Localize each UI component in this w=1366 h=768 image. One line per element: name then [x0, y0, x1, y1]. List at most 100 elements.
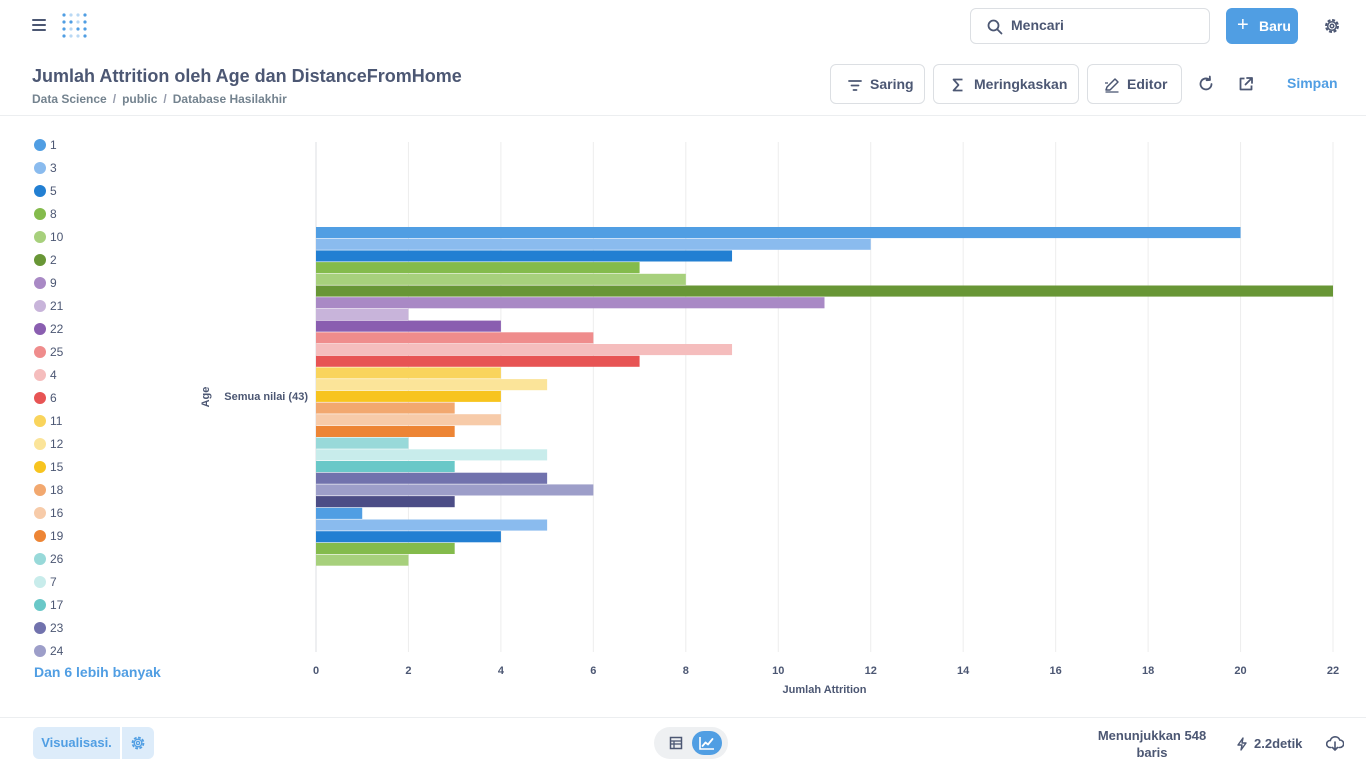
- x-tick-label: 0: [313, 665, 319, 677]
- legend-label: 12: [50, 436, 64, 451]
- legend-label: 21: [50, 298, 64, 313]
- bar: [316, 472, 548, 484]
- legend-more-link[interactable]: Dan 6 lebih banyak: [34, 664, 161, 680]
- legend-item[interactable]: 15: [34, 455, 63, 478]
- legend-item[interactable]: 26: [34, 547, 63, 570]
- legend-label: 9: [50, 275, 57, 290]
- search-icon: [987, 19, 1003, 35]
- legend-item[interactable]: 4: [34, 363, 63, 386]
- legend-swatch: [34, 483, 46, 496]
- legend-item[interactable]: 17: [34, 593, 63, 616]
- top-nav: Mencari + Baru: [0, 0, 1366, 52]
- legend-item[interactable]: 3: [34, 156, 63, 179]
- x-tick-label: 14: [957, 665, 970, 677]
- legend-item[interactable]: 9: [34, 271, 63, 294]
- legend-item[interactable]: 18: [34, 478, 63, 501]
- legend-item[interactable]: 1: [34, 133, 63, 156]
- bar-chart: 0 2 4 6 8 10 12 14 16 18 20 22 Semua nilai (43) Age Ju…: [200, 142, 1339, 696]
- breadcrumb-schema[interactable]: public: [122, 92, 157, 106]
- legend-item[interactable]: 24: [34, 639, 63, 662]
- bar: [316, 402, 455, 414]
- visualization-settings-button[interactable]: [122, 727, 154, 759]
- legend-swatch: [34, 207, 46, 220]
- bar: [316, 355, 640, 367]
- visualization-button[interactable]: Visualisasi.: [33, 727, 120, 759]
- bar: [316, 379, 548, 391]
- logo-icon[interactable]: [61, 11, 89, 41]
- legend-label: 26: [50, 551, 64, 566]
- legend-swatch: [34, 345, 46, 358]
- legend-item[interactable]: 8: [34, 202, 63, 225]
- bar: [316, 320, 501, 332]
- legend-label: 15: [50, 459, 64, 474]
- legend-item[interactable]: 25: [34, 340, 63, 363]
- bar: [316, 308, 409, 320]
- legend-swatch: [34, 161, 46, 174]
- editor-button[interactable]: Editor: [1087, 64, 1182, 104]
- sigma-icon: [952, 78, 963, 92]
- legend-item[interactable]: 6: [34, 386, 63, 409]
- menu-icon[interactable]: [32, 19, 46, 31]
- legend-item[interactable]: 5: [34, 179, 63, 202]
- bar: [316, 332, 594, 344]
- external-link-icon[interactable]: [1237, 75, 1255, 93]
- legend-label: 22: [50, 321, 64, 336]
- bar: [316, 390, 501, 402]
- legend-item[interactable]: 21: [34, 294, 63, 317]
- breadcrumb-collection[interactable]: Data Science: [32, 92, 107, 106]
- legend-swatch: [34, 552, 46, 565]
- legend-item[interactable]: 10: [34, 225, 63, 248]
- breadcrumb-separator: /: [163, 92, 167, 106]
- bar: [316, 519, 548, 531]
- legend-label: 5: [50, 183, 57, 198]
- y-axis-label: Age: [200, 387, 212, 408]
- x-tick-label: 12: [865, 665, 877, 677]
- save-link[interactable]: Simpan: [1287, 75, 1338, 91]
- bar: [316, 344, 733, 356]
- chart-view-button[interactable]: [692, 731, 722, 755]
- chart-legend: 1 3 5 8 10 2 9 21 22 25 4 6 11 12 15 18 16 19 26 7 17 23 24: [34, 133, 63, 662]
- search-placeholder: Mencari: [1011, 17, 1064, 33]
- legend-label: 7: [50, 574, 57, 589]
- search-input[interactable]: Mencari: [970, 8, 1210, 44]
- plus-icon: +: [1237, 14, 1249, 36]
- legend-item[interactable]: 23: [34, 616, 63, 639]
- legend-label: 11: [50, 413, 63, 428]
- x-tick-label: 4: [498, 665, 505, 677]
- line-chart-icon: [699, 737, 714, 750]
- legend-label: 25: [50, 344, 64, 359]
- legend-swatch: [34, 299, 46, 312]
- bar: [316, 484, 594, 496]
- lightning-icon: [1237, 737, 1247, 751]
- filter-button[interactable]: Saring: [830, 64, 925, 104]
- legend-item[interactable]: 19: [34, 524, 63, 547]
- breadcrumb-table[interactable]: Database Hasilakhir: [173, 92, 287, 106]
- table-view-button[interactable]: [662, 731, 690, 755]
- x-tick-label: 20: [1234, 665, 1246, 677]
- breadcrumb: Data Science / public / Database Hasilakhir: [32, 92, 287, 106]
- download-icon[interactable]: [1326, 735, 1344, 751]
- legend-item[interactable]: 2: [34, 248, 63, 271]
- legend-swatch: [34, 644, 46, 657]
- bar: [316, 542, 455, 554]
- legend-item[interactable]: 22: [34, 317, 63, 340]
- refresh-icon[interactable]: [1197, 75, 1215, 93]
- breadcrumb-separator: /: [112, 92, 117, 106]
- legend-item[interactable]: 12: [34, 432, 63, 455]
- legend-item[interactable]: 7: [34, 570, 63, 593]
- gear-icon[interactable]: [1323, 17, 1341, 35]
- new-button[interactable]: + Baru: [1226, 8, 1298, 44]
- x-tick-label: 22: [1327, 665, 1339, 677]
- legend-item[interactable]: 11: [34, 409, 63, 432]
- summarize-button[interactable]: Meringkaskan: [933, 64, 1079, 104]
- bar: [316, 461, 455, 473]
- legend-swatch: [34, 598, 46, 611]
- legend-label: 8: [50, 206, 57, 221]
- bar: [316, 437, 409, 449]
- legend-label: 24: [50, 643, 64, 658]
- legend-label: 2: [50, 252, 57, 267]
- legend-item[interactable]: 16: [34, 501, 63, 524]
- bar: [316, 262, 640, 274]
- legend-swatch: [34, 437, 46, 450]
- legend-swatch: [34, 184, 46, 197]
